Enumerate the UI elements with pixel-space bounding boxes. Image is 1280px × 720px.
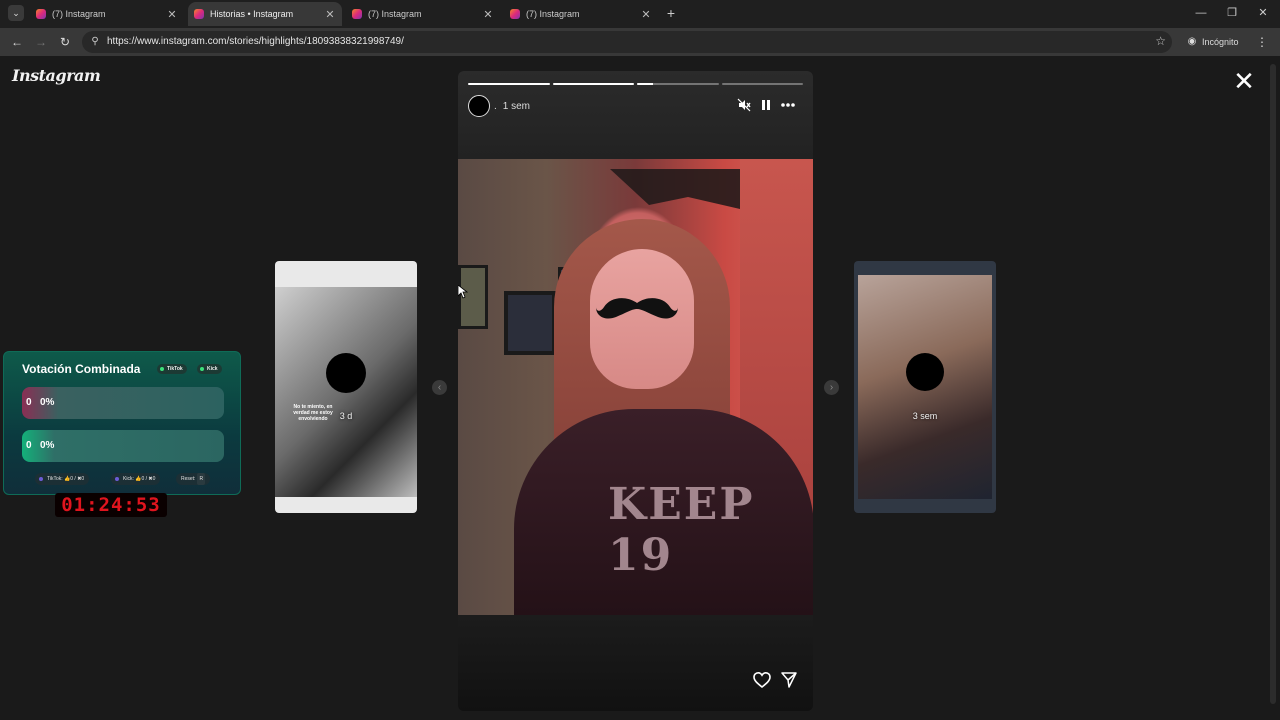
reset-label: Reset: [181,476,196,482]
avatar [326,353,366,393]
vote-count: 0 [26,440,32,451]
progress-fill [468,83,550,85]
story-header: . 1 sem [468,94,803,118]
instagram-icon [352,9,362,19]
mustache-sticker [596,298,678,319]
instagram-logo[interactable]: Instagram [12,66,101,85]
close-tab-icon[interactable]: ✕ [482,8,494,21]
tab-strip: ⌄ (7) Instagram ✕ Historias • Instagram … [0,0,1280,28]
tab-title: (7) Instagram [368,9,422,19]
kick-stats: Kick: 👍0 / ✖0 [111,473,161,485]
mouse-cursor-icon [458,285,468,299]
previous-arrow-icon[interactable]: ‹ [432,380,447,395]
progress-segment [468,83,550,85]
story-age: 3 sem [912,411,938,421]
next-arrow-icon[interactable]: › [824,380,839,395]
tab-instagram-1[interactable]: (7) Instagram ✕ [30,2,184,26]
back-arrow-icon[interactable]: ← [9,34,25,50]
scrollbar[interactable] [1270,64,1276,714]
tab-historias[interactable]: Historias • Instagram ✕ [188,2,342,26]
story-age: 1 sem [502,100,531,112]
vote-count: 0 [26,397,32,408]
story-media: KEEP 19 [458,159,813,615]
restore-button[interactable]: ❐ [1225,5,1239,21]
close-tab-icon[interactable]: ✕ [640,8,652,21]
progress-fill [552,83,634,85]
browser-toolbar: ← → ↻ ⚲ https://www.instagram.com/storie… [0,28,1280,56]
vote-title: Votación Combinada [22,362,141,376]
progress-segment [637,83,719,85]
reset-key: R [197,473,206,485]
forward-arrow-icon[interactable]: → [33,34,49,50]
instagram-icon [194,9,204,19]
tab-title: (7) Instagram [526,9,580,19]
heart-icon[interactable] [753,671,771,689]
instagram-icon [510,9,520,19]
vote-percent: 0% [40,397,55,408]
reset-hint: Reset: R [176,473,211,485]
tune-icon[interactable]: ⚲ [88,35,102,49]
voting-widget: Votación Combinada TikTok Kick 0 0% 0 0%… [3,351,241,495]
cat-ears [610,169,740,209]
instagram-icon [36,9,46,19]
story-bottom-area [458,615,813,711]
avatar[interactable] [468,95,490,117]
incognito-indicator[interactable]: ◉ Incógnito [1186,34,1239,50]
new-tab-button[interactable]: + [664,5,678,21]
platform-badge-tiktok: TikTok [157,364,187,374]
progress-fill [637,83,654,85]
vote-percent: 0% [40,440,55,451]
close-icon[interactable]: ✕ [1232,68,1256,94]
story-player[interactable]: KEEP 19 . 1 sem [458,71,813,711]
next-story-preview[interactable]: 3 sem [854,261,996,513]
incognito-label: Incógnito [1202,37,1239,47]
incognito-icon: ◉ [1187,36,1197,47]
reload-icon[interactable]: ↻ [57,34,73,50]
tiktok-stats: TikTok: 👍0 / ✖0 [35,473,90,485]
close-tab-icon[interactable]: ✕ [166,8,178,21]
vote-option-2: 0 0% [22,430,224,462]
platform-badge-kick: Kick [197,364,222,374]
close-window-button[interactable]: ✕ [1256,5,1270,21]
star-icon[interactable]: ☆ [1155,34,1166,48]
url-text[interactable]: https://www.instagram.com/stories/highli… [107,36,404,47]
tab-list-button[interactable]: ⌄ [8,5,24,21]
story-progress [468,83,803,85]
send-icon[interactable] [780,671,798,689]
story-age: 3 d [339,411,353,421]
shirt-print: KEEP 19 [608,479,755,581]
tab-title: (7) Instagram [52,9,106,19]
progress-segment [552,83,634,85]
tab-instagram-4[interactable]: (7) Instagram ✕ [504,2,658,26]
mute-icon[interactable] [736,98,752,114]
pause-icon[interactable] [758,98,774,114]
vote-option-1: 0 0% [22,387,224,419]
wall-picture [504,291,556,355]
more-horiz-icon[interactable] [780,98,796,114]
more-vert-icon[interactable]: ⋮ [1256,34,1268,50]
separator: . [494,100,497,112]
previous-story-preview[interactable]: No te miento, en verdad me estoy envolvi… [275,261,417,513]
progress-segment [721,83,803,85]
minimize-button[interactable]: — [1194,5,1208,21]
tab-title: Historias • Instagram [210,9,294,19]
countdown-timer: 01:24:53 [55,493,167,517]
avatar [906,353,944,391]
address-bar[interactable]: ⚲ https://www.instagram.com/stories/high… [82,31,1172,53]
scrollbar-thumb[interactable] [1270,64,1276,704]
tab-instagram-3[interactable]: (7) Instagram ✕ [346,2,500,26]
close-tab-icon[interactable]: ✕ [324,8,336,21]
